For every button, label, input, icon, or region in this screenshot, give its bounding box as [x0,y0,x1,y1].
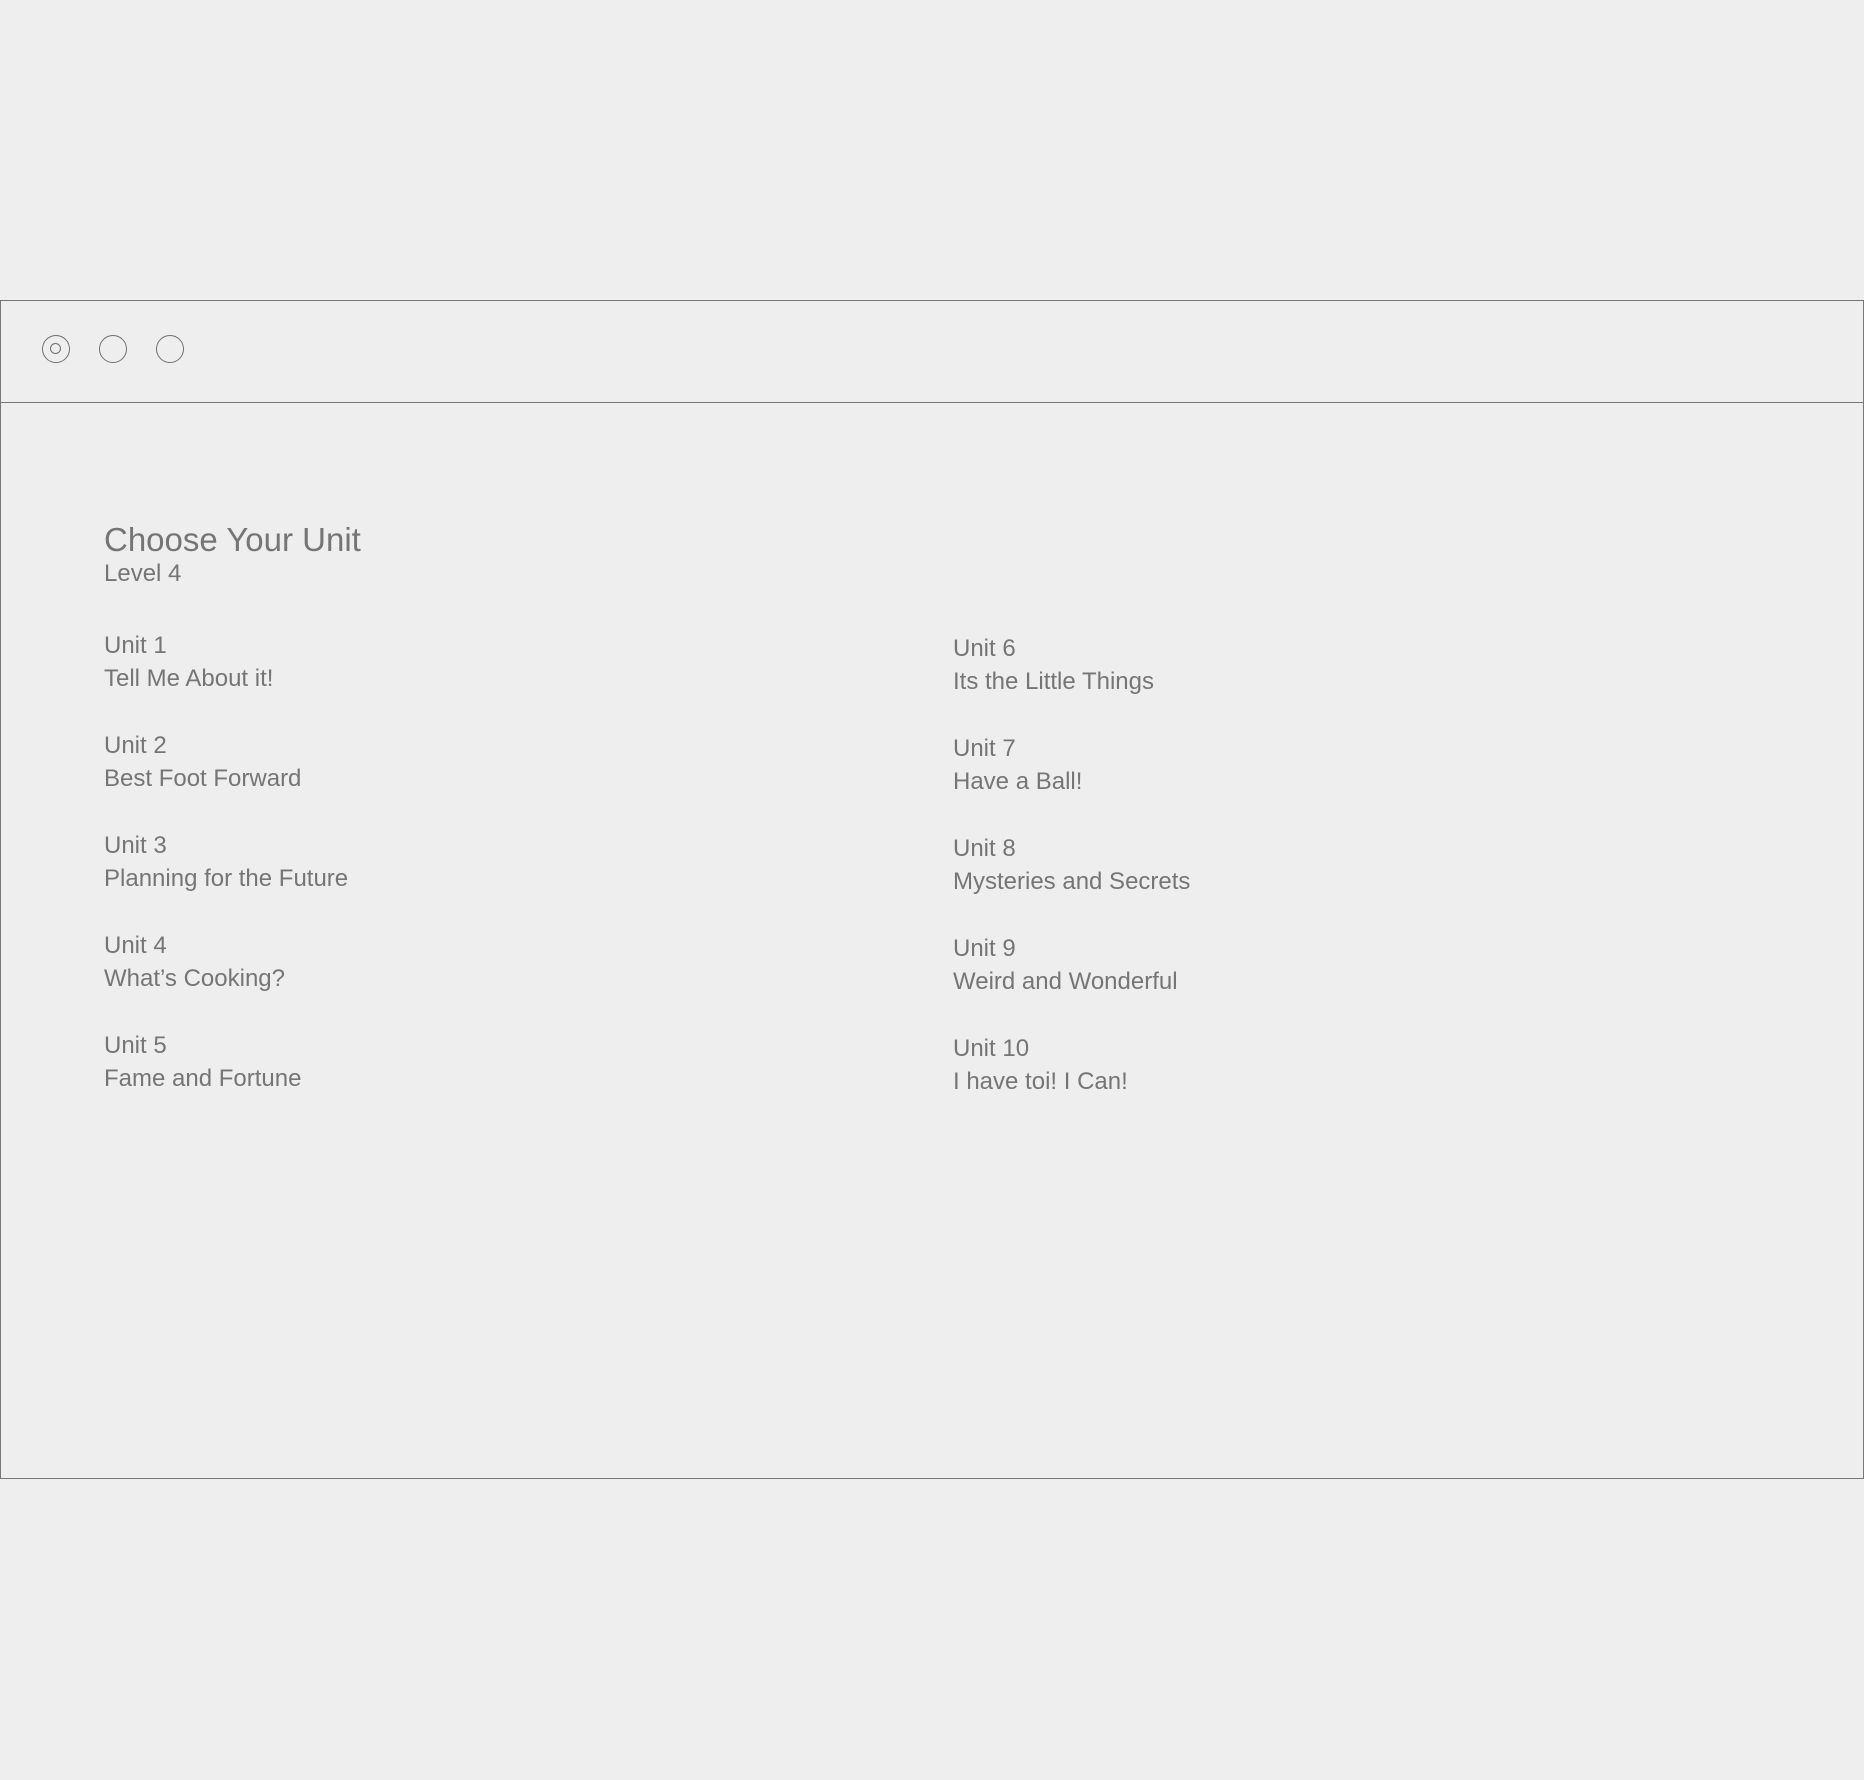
unit-7-link[interactable]: Unit 7 Have a Ball! [953,732,1653,832]
unit-number: Unit 10 [953,1035,1030,1062]
unit-number: Unit 8 [953,835,1016,862]
unit-2-link[interactable]: Unit 2 Best Foot Forward [104,729,804,829]
unit-title: Its the Little Things [953,668,1154,695]
unit-title: Tell Me About it! [104,665,274,692]
unit-list-left: Unit 1 Tell Me About it! Unit 2 Best Foo… [104,629,804,1129]
app-window: Choose Your Unit Level 4 Unit 1 Tell Me … [0,300,1864,1479]
unit-number: Unit 5 [104,1032,167,1059]
close-icon[interactable] [42,335,70,363]
page-subtitle: Level 4 [104,560,182,587]
unit-number: Unit 1 [104,632,167,659]
unit-3-link[interactable]: Unit 3 Planning for the Future [104,829,804,929]
unit-9-link[interactable]: Unit 9 Weird and Wonderful [953,932,1653,1032]
unit-number: Unit 4 [104,932,167,959]
unit-8-link[interactable]: Unit 8 Mysteries and Secrets [953,832,1653,932]
unit-number: Unit 2 [104,732,167,759]
unit-title: Weird and Wonderful [953,968,1178,995]
unit-number: Unit 9 [953,935,1016,962]
unit-6-link[interactable]: Unit 6 Its the Little Things [953,632,1653,732]
unit-title: Best Foot Forward [104,765,302,792]
unit-10-link[interactable]: Unit 10 I have toi! I Can! [953,1032,1653,1132]
unit-5-link[interactable]: Unit 5 Fame and Fortune [104,1029,804,1129]
unit-title: Fame and Fortune [104,1065,302,1092]
unit-number: Unit 7 [953,735,1016,762]
unit-4-link[interactable]: Unit 4 What’s Cooking? [104,929,804,1029]
unit-title: What’s Cooking? [104,965,285,992]
page-heading: Choose Your Unit Level 4 [104,521,361,589]
unit-title: I have toi! I Can! [953,1068,1128,1095]
page-title: Choose Your Unit [104,521,361,558]
unit-1-link[interactable]: Unit 1 Tell Me About it! [104,629,804,729]
window-titlebar [1,301,1863,403]
maximize-icon[interactable] [156,335,184,363]
unit-title: Mysteries and Secrets [953,868,1191,895]
unit-number: Unit 6 [953,635,1016,662]
unit-title: Planning for the Future [104,865,349,892]
unit-list-right: Unit 6 Its the Little Things Unit 7 Have… [953,632,1653,1132]
main-content: Choose Your Unit Level 4 Unit 1 Tell Me … [1,403,1863,1478]
unit-number: Unit 3 [104,832,167,859]
minimize-icon[interactable] [99,335,127,363]
unit-title: Have a Ball! [953,768,1083,795]
